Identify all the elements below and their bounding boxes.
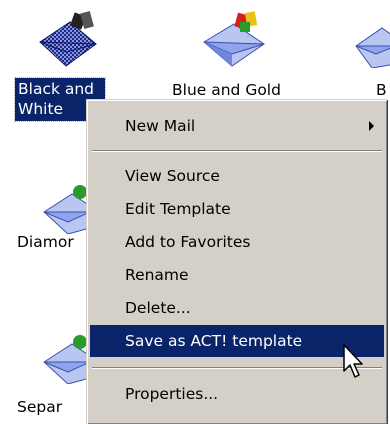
menu-item-add-to-favorites[interactable]: Add to Favorites <box>90 226 384 258</box>
menu-separator <box>92 150 382 152</box>
menu-item-edit-template[interactable]: Edit Template <box>90 193 384 225</box>
menu-item-label: Properties... <box>125 385 219 403</box>
submenu-arrow-icon <box>369 121 374 131</box>
menu-item-label: Save as ACT! template <box>125 332 303 350</box>
envelope-gold-icon[interactable] <box>200 8 270 72</box>
mouse-pointer-icon <box>342 343 364 385</box>
menu-separator <box>92 367 382 369</box>
envelope-icon[interactable] <box>352 14 390 72</box>
menu-item-label: View Source <box>125 167 220 185</box>
menu-item-save-as-act-template[interactable]: Save as ACT! template <box>90 325 384 357</box>
icon-label-line1: Black and <box>18 80 95 98</box>
menu-item-new-mail[interactable]: New Mail <box>90 110 384 142</box>
icon-label-diamond[interactable]: Diamor <box>17 232 74 252</box>
menu-item-properties[interactable]: Properties... <box>90 378 384 410</box>
menu-item-label: Delete... <box>125 299 191 317</box>
menu-item-label: Edit Template <box>125 200 231 218</box>
icon-label-blue-and-gold[interactable]: Blue and Gold <box>172 80 281 100</box>
menu-item-view-source[interactable]: View Source <box>90 160 384 192</box>
menu-item-label: New Mail <box>125 117 196 135</box>
menu-item-label: Rename <box>125 266 189 284</box>
envelope-diamond-icon[interactable] <box>40 178 91 238</box>
menu-item-label: Add to Favorites <box>125 233 251 251</box>
envelope-chequered-icon[interactable] <box>36 8 100 72</box>
menu-item-rename[interactable]: Rename <box>90 259 384 291</box>
icon-label-separ[interactable]: Separ <box>17 397 62 417</box>
menu-item-delete[interactable]: Delete... <box>90 292 384 324</box>
envelope-icon[interactable] <box>40 328 91 388</box>
icon-label-b[interactable]: B <box>376 80 387 100</box>
